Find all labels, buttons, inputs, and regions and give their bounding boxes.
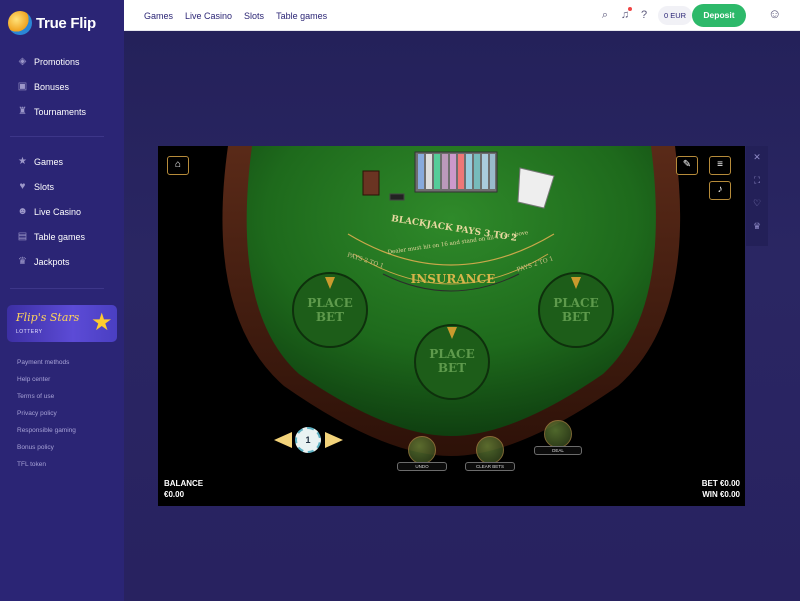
lottery-subtitle: LOTTERY	[16, 329, 43, 335]
sidebar-item-jackpots[interactable]: ♛ Jackpots	[0, 249, 124, 274]
sidebar-item-label: Tournaments	[34, 106, 87, 117]
top-bar: Games Live Casino Slots Table games ⌕ ♫ …	[124, 0, 800, 31]
sidebar-item-bonuses[interactable]: ▣ Bonuses	[0, 74, 124, 99]
game-side-toolbar: ✕ ⛶ ♡ ♛	[746, 146, 768, 246]
sidebar-main-nav: ◈ Promotions ▣ Bonuses ♜ Tournaments	[0, 49, 124, 124]
sidebar-games-nav: ★ Games ♥ Slots ☻ Live Casino ▤ Table ga…	[0, 149, 124, 274]
undo-icon	[408, 436, 436, 464]
sidebar-item-label: Promotions	[34, 56, 80, 67]
lottery-banner[interactable]: Flip's Stars LOTTERY ★	[7, 305, 117, 342]
sidebar-item-promotions[interactable]: ◈ Promotions	[0, 49, 124, 74]
footer-link-tfl-token[interactable]: TFL token	[17, 460, 76, 477]
sidebar-divider	[10, 136, 104, 137]
top-nav: Games Live Casino Slots Table games	[144, 0, 327, 31]
sidebar: True Flip ◈ Promotions ▣ Bonuses ♜ Tourn…	[0, 0, 124, 601]
sidebar-item-tournaments[interactable]: ♜ Tournaments	[0, 99, 124, 124]
win-amount: WIN €0.00	[702, 490, 740, 499]
pen-icon: ✎	[682, 159, 692, 170]
balance-value: €0.00	[164, 490, 185, 499]
home-icon: ⌂	[174, 159, 182, 170]
help-icon[interactable]: ?	[638, 9, 650, 21]
menu-icon: ≡	[717, 159, 723, 170]
chip-next-arrow[interactable]	[325, 432, 343, 448]
user-icon[interactable]: ☺	[768, 7, 781, 20]
clear-bets-label: CLEAR BETS	[465, 462, 515, 471]
person-icon: ☻	[17, 206, 28, 217]
sidebar-item-table-games[interactable]: ▤ Table games	[0, 224, 124, 249]
sidebar-item-label: Live Casino	[34, 206, 82, 217]
chip-prev-arrow[interactable]	[274, 432, 292, 448]
clear-bets-button[interactable]: CLEAR BETS	[465, 436, 515, 471]
top-nav-table-games[interactable]: Table games	[276, 11, 327, 21]
sidebar-item-label: Table games	[34, 231, 86, 242]
balance-label: BALANCE	[164, 479, 204, 488]
heart-icon: ♥	[19, 181, 26, 192]
sidebar-item-label: Jackpots	[34, 256, 70, 267]
sidebar-item-label: Games	[34, 156, 64, 167]
search-icon[interactable]: ⌕	[599, 9, 611, 21]
undo-button[interactable]: UNDO	[397, 436, 447, 471]
brand-name: True Flip	[36, 14, 96, 32]
top-nav-games[interactable]: Games	[144, 11, 173, 21]
notification-dot	[628, 7, 632, 11]
sidebar-item-live-casino[interactable]: ☻ Live Casino	[0, 199, 124, 224]
footer-links: Payment methods Help center Terms of use…	[17, 358, 76, 477]
top-nav-slots[interactable]: Slots	[244, 11, 264, 21]
deal-label: DEAL	[534, 446, 582, 455]
speaker-icon: ♪	[717, 184, 723, 195]
fullscreen-icon[interactable]: ⛶	[746, 169, 768, 192]
blackjack-table	[222, 146, 681, 456]
insurance-label: INSURANCE	[410, 272, 496, 286]
sidebar-item-label: Slots	[34, 181, 55, 192]
gift-icon: ▣	[17, 81, 28, 92]
footer-link-payment-methods[interactable]: Payment methods	[17, 358, 76, 375]
brand-logo[interactable]: True Flip	[8, 9, 96, 37]
deal-button[interactable]: DEAL	[534, 420, 582, 455]
sidebar-item-label: Bonuses	[34, 81, 70, 92]
close-icon[interactable]: ✕	[746, 146, 768, 169]
star-icon: ★	[91, 309, 113, 336]
info-button[interactable]: ✎	[676, 156, 698, 175]
sidebar-item-games[interactable]: ★ Games	[0, 149, 124, 174]
top-nav-live-casino[interactable]: Live Casino	[185, 11, 232, 21]
sidebar-divider	[10, 288, 104, 289]
place-bet-right[interactable]: PLACE BET	[548, 296, 604, 324]
crown-icon[interactable]: ♛	[746, 215, 768, 238]
undo-label: UNDO	[397, 462, 447, 471]
lottery-title: Flip's Stars	[16, 311, 80, 324]
sound-button[interactable]: ♪	[709, 181, 731, 200]
balance-display[interactable]: 0 EUR	[658, 6, 693, 25]
blackjack-game[interactable]: BLACKJACK PAYS 3 TO 2 Dealer must hit on…	[158, 146, 745, 506]
megaphone-icon: ◈	[18, 56, 27, 67]
clear-icon	[476, 436, 504, 464]
chip-selector[interactable]: 1	[295, 427, 321, 453]
cards-icon: ▤	[17, 231, 28, 242]
footer-link-responsible-gaming[interactable]: Responsible gaming	[17, 426, 76, 443]
place-bet-left[interactable]: PLACE BET	[302, 296, 358, 324]
favorite-icon[interactable]: ♡	[746, 192, 768, 215]
place-bet-center[interactable]: PLACE BET	[424, 347, 480, 375]
trophy-icon: ♜	[18, 106, 27, 117]
star-icon: ★	[18, 156, 27, 167]
deal-icon	[544, 420, 572, 448]
footer-link-terms[interactable]: Terms of use	[17, 392, 76, 409]
menu-button[interactable]: ≡	[709, 156, 731, 175]
deposit-button[interactable]: Deposit	[692, 4, 746, 27]
crown-icon: ♛	[18, 256, 27, 267]
footer-link-privacy[interactable]: Privacy policy	[17, 409, 76, 426]
home-button[interactable]: ⌂	[167, 156, 189, 175]
sidebar-item-slots[interactable]: ♥ Slots	[0, 174, 124, 199]
bet-amount: BET €0.00	[701, 479, 740, 488]
footer-link-bonus-policy[interactable]: Bonus policy	[17, 443, 76, 460]
footer-link-help-center[interactable]: Help center	[17, 375, 76, 392]
logo-mark-icon	[8, 11, 32, 35]
